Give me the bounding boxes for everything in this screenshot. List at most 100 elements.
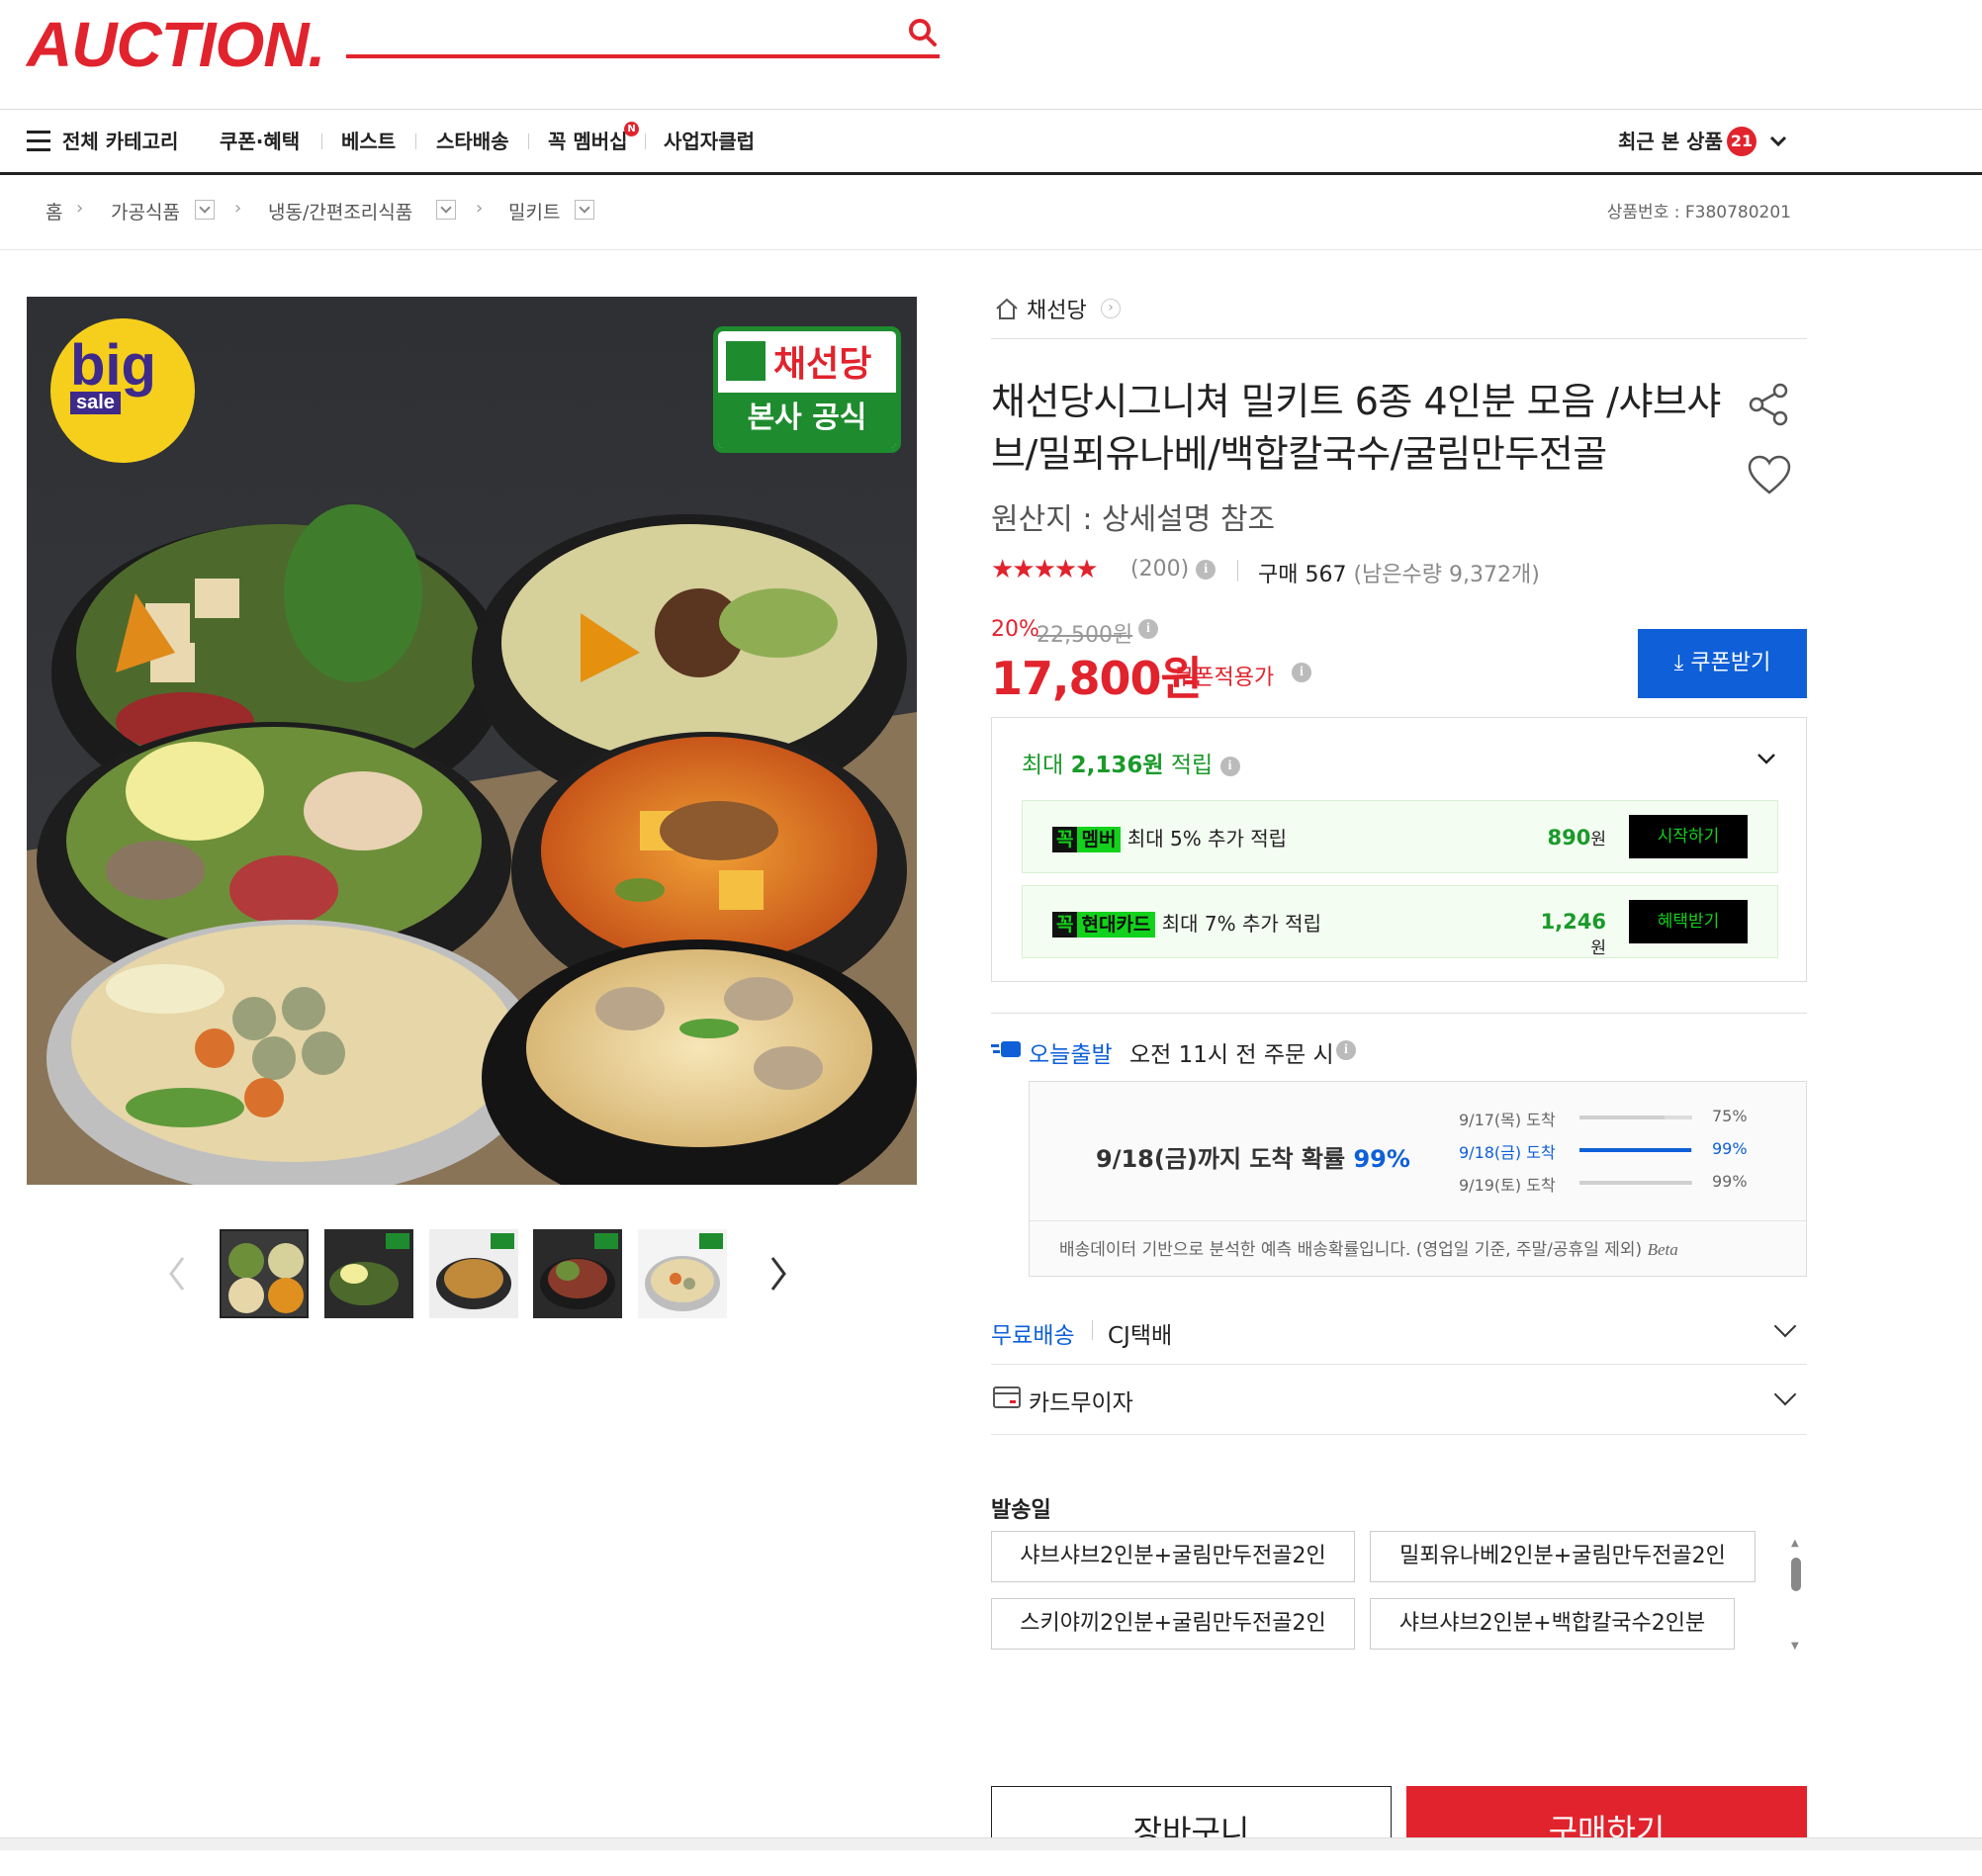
probability-percent: 99% [1712, 1139, 1748, 1158]
membership-pill: 꼭 멤버 [1052, 827, 1122, 852]
chevron-right-icon: › [76, 198, 84, 219]
thumbnail-5[interactable] [638, 1229, 727, 1318]
scroll-up-icon[interactable]: ▲ [1791, 1538, 1799, 1549]
probability-percent: 99% [1712, 1172, 1748, 1191]
nav-best[interactable]: 베스트 [341, 111, 396, 172]
carrier: CJ택배 [1108, 1323, 1173, 1349]
seller-name[interactable]: 채선당 [1027, 293, 1087, 324]
menu-icon[interactable] [27, 131, 50, 152]
options-scrollbar[interactable]: ▲ ▼ [1789, 1538, 1803, 1656]
recent-items-label[interactable]: 최근 본 상품 [1618, 111, 1723, 172]
options-title: 발송일 [991, 1498, 1051, 1523]
info-icon[interactable]: i [1138, 619, 1158, 639]
sale-price: 17,800원 [991, 652, 1203, 705]
search-input[interactable] [346, 54, 940, 58]
option-item[interactable]: 샤브샤브2인분+굴림만두전골2인 [991, 1531, 1355, 1582]
info-icon[interactable]: i [1336, 1040, 1356, 1060]
probability-label: 9/17(목) 도착 [1459, 1111, 1556, 1129]
chevron-left-icon[interactable] [165, 1254, 189, 1294]
dropdown-icon[interactable] [575, 200, 594, 220]
scroll-thumb[interactable] [1791, 1558, 1801, 1591]
share-icon[interactable] [1747, 382, 1792, 427]
big-sale-text: big [70, 333, 156, 398]
search-icon[interactable] [908, 18, 938, 47]
chevron-right-icon: › [476, 198, 484, 219]
installment-row[interactable]: 카드무이자 [991, 1365, 1807, 1435]
probability-label: 9/18(금) 도착 [1459, 1143, 1556, 1162]
delivery-note: 배송데이터 기반으로 분석한 예측 배송확률입니다. (영업일 기준, 주말/공… [1030, 1220, 1806, 1260]
store-home-icon[interactable] [995, 297, 1019, 320]
thumbnail-2[interactable] [324, 1229, 413, 1318]
product-title: 채선당시그니쳐 밀키트 6종 4인분 모음 /샤브샤브/밀푀유나베/백합칼국수/… [991, 380, 1721, 476]
dropdown-icon[interactable] [436, 200, 456, 220]
get-card-benefit-button[interactable]: 혜택받기 [1629, 900, 1748, 943]
review-count-text[interactable]: (200) [1130, 557, 1189, 581]
origin-info: 원산지 : 상세설명 참조 [991, 502, 1276, 537]
breadcrumb-home[interactable]: 홈 [45, 198, 62, 224]
interest-free-label: 카드무이자 [1029, 1390, 1133, 1416]
reward-panel: 최대 2,136원 적립 i 꼭 멤버 최대 5% 추가 적립 890원 시작하기… [991, 717, 1807, 982]
nav-all-categories[interactable]: 전체 카테고리 [62, 111, 178, 172]
max-reward-suffix: 적립 [1170, 753, 1214, 778]
probability-bar [1579, 1148, 1692, 1152]
thumbnail-1[interactable] [220, 1229, 309, 1318]
nav-coupon[interactable]: 쿠폰·혜택 [220, 111, 300, 172]
info-icon[interactable]: i [1196, 560, 1216, 580]
option-item[interactable]: 스키야끼2인분+굴림만두전골2인 [991, 1598, 1355, 1650]
browser-bottom-bar [0, 1837, 1982, 1850]
thumbnail-image [436, 1233, 514, 1309]
chevron-right-icon[interactable]: › [1101, 299, 1121, 318]
probability-fill [1579, 1181, 1691, 1185]
thumbnail-image [645, 1233, 723, 1311]
chevron-down-icon[interactable] [1769, 134, 1787, 148]
chevron-right-icon[interactable] [766, 1254, 790, 1294]
free-shipping: 무료배송 [991, 1323, 1075, 1349]
chevron-down-icon[interactable] [1757, 752, 1776, 765]
fast-delivery-icon [991, 1041, 1021, 1057]
big-sale-badge: big sale [50, 318, 195, 463]
breadcrumb-item[interactable]: 밀키트 [508, 198, 560, 224]
download-icon: ⤓ [1673, 651, 1684, 675]
info-icon[interactable]: i [1292, 663, 1311, 682]
brand-official: 본사 공식 [718, 393, 896, 448]
card-icon [993, 1386, 1021, 1408]
sale-text: sale [70, 392, 121, 414]
rating-stars[interactable]: ★★★★★ [991, 555, 1099, 584]
chevron-down-icon[interactable] [1773, 1383, 1797, 1406]
thumbnail-3[interactable] [429, 1229, 518, 1318]
probability-fill [1579, 1116, 1665, 1119]
brand-badge: 채선당 본사 공식 [713, 326, 901, 453]
auction-logo[interactable]: AUCTION. [27, 8, 325, 81]
nav-divider [321, 134, 322, 149]
card-pill: 꼭 현대카드 [1052, 912, 1156, 938]
max-reward-amount: 2,136원 [1070, 753, 1164, 778]
divider [991, 1013, 1807, 1014]
probability-fill [1579, 1148, 1691, 1152]
option-item[interactable]: 샤브샤브2인분+백합칼국수2인분 [1370, 1598, 1735, 1650]
get-coupon-button[interactable]: ⤓ 쿠폰받기 [1638, 629, 1807, 698]
breadcrumb-item[interactable]: 냉동/간편조리식품 [268, 198, 412, 224]
start-membership-button[interactable]: 시작하기 [1629, 815, 1748, 858]
review-count[interactable]: (200) i [1130, 557, 1216, 581]
shipping-row[interactable]: 무료배송 CJ택배 [991, 1298, 1807, 1365]
nav-divider [528, 134, 529, 149]
product-number: 상품번호 : F380780201 [1606, 203, 1791, 223]
info-icon[interactable]: i [1219, 756, 1240, 776]
probability-bar [1579, 1116, 1692, 1119]
scroll-down-icon[interactable]: ▼ [1791, 1641, 1799, 1652]
option-item[interactable]: 밀푀유나베2인분+굴림만두전골2인 [1370, 1531, 1756, 1582]
nav-business-club[interactable]: 사업자클럽 [664, 111, 755, 172]
nav-membership[interactable]: 꼭 멤버십 [548, 111, 628, 172]
card-reward-amount: 1,246원 [1540, 910, 1606, 958]
divider [1092, 1320, 1093, 1340]
brand-logo-icon [726, 341, 766, 381]
nav-star-delivery[interactable]: 스타배송 [436, 111, 509, 172]
heart-icon[interactable] [1747, 453, 1792, 498]
chevron-down-icon[interactable] [1773, 1314, 1797, 1338]
breadcrumb-item[interactable]: 가공식품 [111, 198, 180, 224]
thumbnail-4[interactable] [533, 1229, 622, 1318]
main-nav: 전체 카테고리 쿠폰·혜택 베스트 스타배송 꼭 멤버십 N 사업자클럽 최근 … [0, 111, 1982, 175]
product-main-image[interactable]: big sale 채선당 본사 공식 [27, 297, 917, 1185]
dropdown-icon[interactable] [195, 200, 215, 220]
delivery-probability-panel: 9/18(금)까지 도착 확률 99% 9/17(목) 도착 75% 9/18(금)… [1029, 1081, 1807, 1277]
